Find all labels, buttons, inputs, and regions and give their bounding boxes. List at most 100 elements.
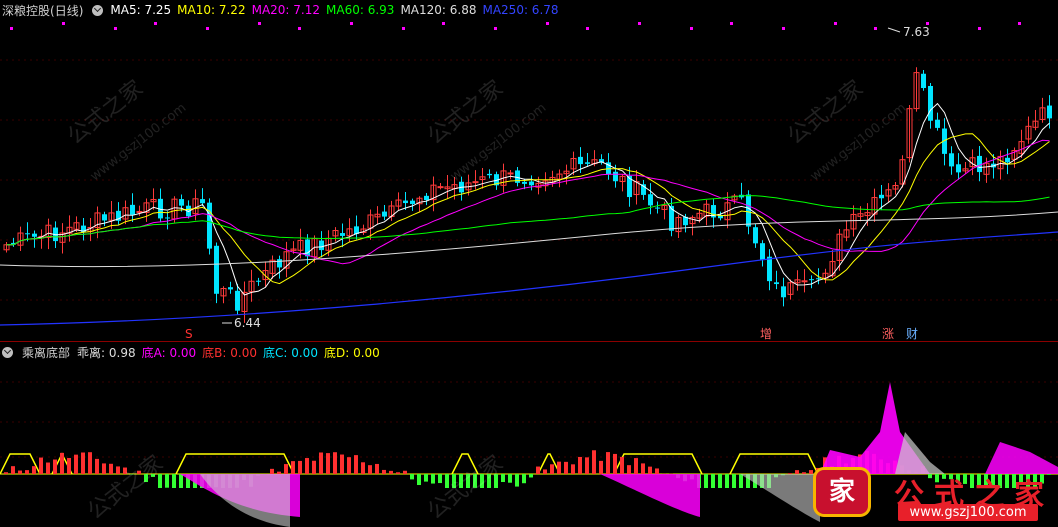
candle-body <box>179 199 184 206</box>
histogram-bar-up <box>326 453 330 474</box>
candle-body <box>256 280 261 282</box>
candle-body <box>136 210 143 213</box>
histogram-bar-up <box>613 453 617 474</box>
candle-body <box>487 173 492 176</box>
signal-dot <box>154 22 157 25</box>
histogram-bar-up <box>319 452 323 474</box>
candle-body <box>410 200 415 204</box>
stock-title: 深粮控股(日线) <box>0 2 83 19</box>
signal-dot <box>114 27 117 30</box>
histogram-bar-up <box>627 465 631 474</box>
histogram-bar-up <box>116 466 120 474</box>
histogram-bar-down <box>466 474 470 488</box>
histogram-bar-up <box>571 464 575 474</box>
histogram-bar-up <box>620 456 624 474</box>
histogram-bar-down <box>487 474 491 488</box>
histogram-bar-down <box>732 474 736 488</box>
signal-dot <box>834 22 837 25</box>
signal-marker: 涨 <box>882 326 894 341</box>
histogram-bar-down <box>179 474 183 488</box>
candle-body <box>767 256 772 282</box>
indicator-field: 底C: 0.00 <box>262 345 318 360</box>
signal-marker: 财 <box>906 327 918 341</box>
histogram-bar-down <box>711 474 715 488</box>
signal-dot <box>494 27 497 30</box>
histogram-bar-up <box>123 467 127 474</box>
candlestick-chart[interactable]: 7.63 6.44 S 增 涨财 <box>0 0 1058 342</box>
histogram-bar-down <box>452 474 456 488</box>
ma-legend-item: MA250: 6.78 <box>482 3 559 17</box>
main-chart-panel[interactable]: 7.63 6.44 S 增 涨财 深粮控股(日线) MA5: 7.25 MA10: 7.2… <box>0 0 1058 342</box>
indicator-toggle-icon[interactable] <box>2 346 13 358</box>
candle-body <box>585 162 590 164</box>
signal-dot <box>730 22 733 25</box>
histogram-bar-down <box>522 474 526 484</box>
indicator-field: 底A: 0.00 <box>141 345 197 360</box>
ma-legend-list: MA5: 7.25 MA10: 7.22 MA20: 7.12 MA60: 6.93 M… <box>110 3 558 17</box>
signal-dot <box>638 22 641 25</box>
histogram-bar-up <box>298 460 302 474</box>
candle-body <box>753 227 758 244</box>
histogram-bar-down <box>459 474 463 488</box>
histogram-bar-up <box>60 452 64 474</box>
histogram-bar-up <box>375 463 379 474</box>
histogram-bar-up <box>74 454 78 474</box>
signal-dot <box>874 27 877 30</box>
magenta-wave <box>600 474 700 517</box>
histogram-bar-up <box>102 463 106 474</box>
main-legend: 深粮控股(日线) MA5: 7.25 MA10: 7.22 MA20: 7.12 MA… <box>0 0 559 20</box>
histogram-bar-up <box>340 454 344 474</box>
histogram-bar-up <box>88 452 92 474</box>
histogram-bar-down <box>445 474 449 488</box>
histogram-bar-up <box>788 473 792 474</box>
ma-legend-item: MA20: 7.12 <box>251 3 321 17</box>
candle-body <box>760 243 765 260</box>
histogram-bar-up <box>641 463 645 474</box>
candle-body <box>102 214 107 221</box>
candle-body <box>928 85 933 121</box>
histogram-bar-down <box>480 474 484 488</box>
signal-dot <box>782 27 785 30</box>
histogram-bar-down <box>529 474 533 478</box>
low-price-label: 6.44 <box>234 316 261 330</box>
candle-body <box>578 156 583 165</box>
logo-url: www.gszj100.com <box>898 504 1038 521</box>
signal-dot <box>1018 22 1021 25</box>
histogram-bar-down <box>172 474 176 488</box>
histogram-bar-down <box>431 474 435 484</box>
candle-body <box>801 280 808 283</box>
histogram-bar-up <box>46 462 50 474</box>
histogram-bar-down <box>739 474 743 488</box>
histogram-bar-up <box>396 472 400 474</box>
candle-body <box>235 290 240 311</box>
candle-body <box>507 172 514 175</box>
candle-body <box>949 153 954 167</box>
candle-body <box>130 204 135 215</box>
signal-dot <box>298 27 301 30</box>
histogram-bar-up <box>599 460 603 474</box>
candle-body <box>214 245 219 294</box>
indicator-legend: 乘离底部 乖离: 0.98 底A: 0.00 底B: 0.00 底C: 0.00 底D:… <box>0 342 380 362</box>
candle-body <box>648 194 653 206</box>
histogram-bar-down <box>508 474 512 483</box>
candle-body <box>340 233 345 236</box>
toggle-dropdown-icon[interactable] <box>92 4 104 16</box>
ma-legend-item: MA60: 6.93 <box>326 3 395 17</box>
indicator-field: 底D: 0.00 <box>323 345 380 360</box>
histogram-bar-up <box>312 460 316 474</box>
candle-body <box>529 181 534 186</box>
ma-legend-item: MA120: 6.88 <box>400 3 477 17</box>
stock-name: 深粮控股 <box>2 3 51 18</box>
histogram-bar-up <box>536 466 540 474</box>
ma250-line <box>0 231 1058 326</box>
histogram-bar-up <box>606 452 610 474</box>
high-price-pointer <box>887 27 901 33</box>
candle-body <box>879 194 884 199</box>
histogram-bar-down <box>515 474 519 487</box>
histogram-bar-down <box>718 474 722 488</box>
candle-body <box>781 286 786 298</box>
histogram-bar-up <box>564 461 568 474</box>
candle-body <box>613 171 618 182</box>
candle-body <box>1047 105 1052 119</box>
candle-body <box>809 279 814 281</box>
